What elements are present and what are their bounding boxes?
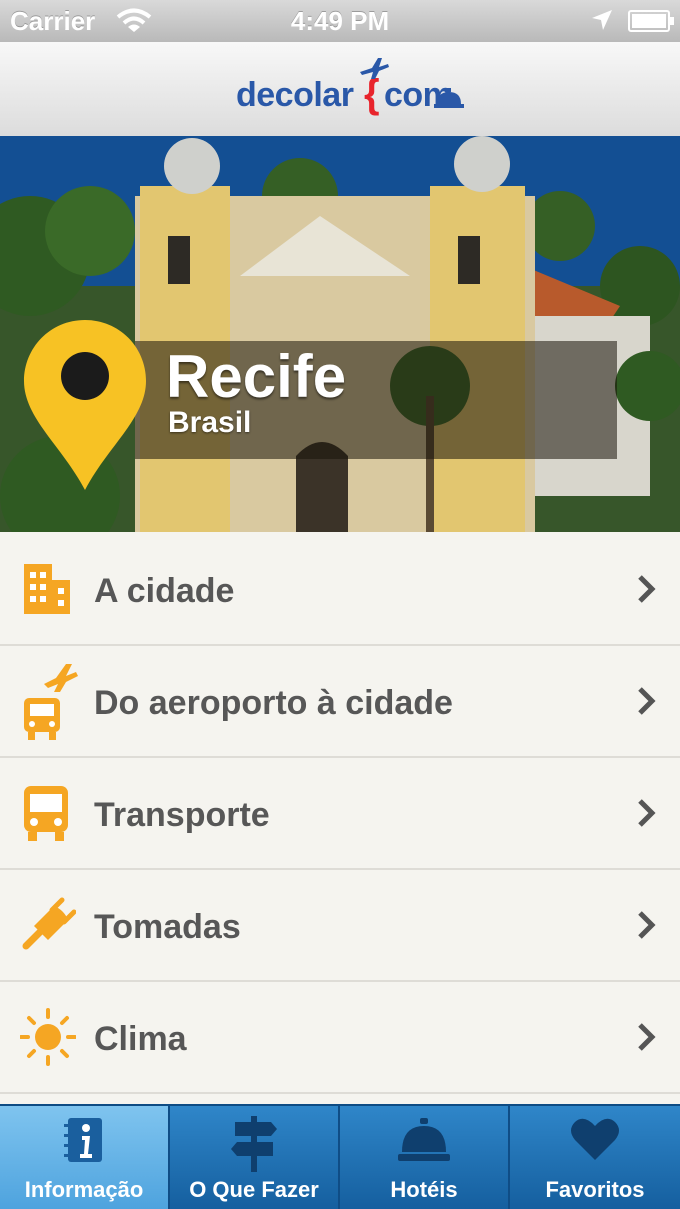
battery-icon [628,10,674,32]
menu-item-label: A cidade [94,572,235,610]
tab-label: Hotéis [390,1177,458,1202]
menu-item-label: Do aeroporto à cidade [94,684,453,722]
menu-item-label: Clima [94,1020,187,1058]
tab-label: O Que Fazer [189,1177,319,1202]
status-bar: Carrier 4:49 PM [0,0,680,42]
chevron-right-icon [636,574,656,609]
signpost-icon [170,1116,338,1177]
chevron-right-icon [636,910,656,945]
menu-item-do-aeroporto[interactable]: Do aeroporto à cidade [0,646,680,758]
menu-item-tomadas[interactable]: Tomadas [0,870,680,982]
tab-favoritos[interactable]: Favoritos [510,1106,680,1209]
chevron-right-icon [636,686,656,721]
tab-label: Informação [24,1177,144,1202]
location-arrow-icon [590,8,614,39]
plug-icon [20,896,77,954]
service-bell-icon [340,1116,508,1169]
location-pin-icon [22,318,148,499]
tab-o-que-fazer[interactable]: O Que Fazer [170,1106,340,1209]
info-book-icon [0,1116,168,1169]
hero-image: Recife Brasil [0,136,680,532]
heart-icon [510,1116,680,1167]
chevron-right-icon [636,1022,656,1057]
tab-hoteis[interactable]: Hotéis [340,1106,510,1209]
city-title: Recife [166,343,347,410]
logo-text-decolar: decolar [236,76,354,114]
sun-icon [19,1008,77,1066]
clock: 4:49 PM [290,6,390,36]
menu-item-label: Transporte [94,796,270,834]
tab-informacao[interactable]: Informação [0,1106,170,1209]
menu-item-label: Tomadas [94,908,241,946]
building-icon [20,560,76,618]
menu-item-clima[interactable]: Clima [0,982,680,1094]
bus-icon [20,784,76,842]
tab-bar: Informação O Que Fazer Hotéis Favoritos [0,1104,680,1209]
country-subtitle: Brasil [168,406,252,439]
app-header: decolar { com [0,42,680,137]
menu-item-transporte[interactable]: Transporte [0,758,680,870]
info-menu-list: A cidade Do aeroporto à cidade Transport… [0,534,680,1094]
chevron-right-icon [636,798,656,833]
airport-bus-icon [20,660,78,740]
logo-bell-icon [434,88,464,113]
tab-label: Favoritos [545,1177,645,1202]
menu-item-a-cidade[interactable]: A cidade [0,534,680,646]
